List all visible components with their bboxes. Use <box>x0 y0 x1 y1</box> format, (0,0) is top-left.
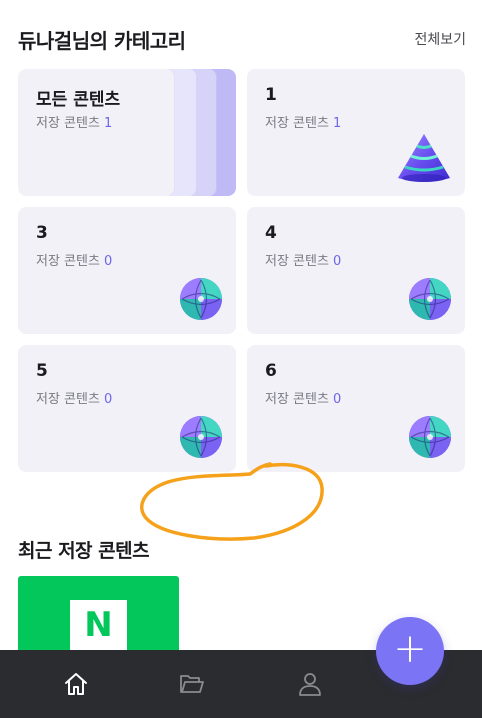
count-value: 1 <box>103 116 113 131</box>
category-count-row: 저장 콘텐츠 0 <box>265 250 341 269</box>
page-header: 듀나걸님의 카테고리 전체보기 <box>18 24 466 54</box>
count-value: 0 <box>103 392 113 407</box>
sphere-icon <box>409 416 451 458</box>
nav-folder[interactable] <box>152 650 232 718</box>
count-value: 0 <box>332 254 342 269</box>
naver-logo-icon: N <box>70 600 127 650</box>
category-name: 3 <box>36 223 48 243</box>
naver-letter: N <box>84 605 113 645</box>
add-button[interactable]: + <box>376 617 444 685</box>
category-count-row: 저장 콘텐츠 1 <box>36 112 112 131</box>
recent-section-title: 최근 저장 콘텐츠 <box>18 540 150 562</box>
category-name: 모든 콘텐츠 <box>36 90 121 110</box>
view-all-link[interactable]: 전체보기 <box>414 29 466 49</box>
count-value: 0 <box>332 392 342 407</box>
category-count-row: 저장 콘텐츠 1 <box>265 112 341 131</box>
category-card-4[interactable]: 4 저장 콘텐츠 0 <box>247 207 465 334</box>
category-name: 5 <box>36 361 48 381</box>
category-name: 4 <box>265 223 277 243</box>
category-card-3[interactable]: 3 저장 콘텐츠 0 <box>18 207 236 334</box>
category-name: 1 <box>265 85 277 105</box>
count-label: 저장 콘텐츠 <box>265 254 329 269</box>
page-title: 듀나걸님의 카테고리 <box>18 28 186 53</box>
folder-icon <box>180 675 204 693</box>
nav-home[interactable] <box>0 650 152 718</box>
category-card-6[interactable]: 6 저장 콘텐츠 0 <box>247 345 465 472</box>
category-count-row: 저장 콘텐츠 0 <box>36 388 112 407</box>
category-name: 6 <box>265 361 277 381</box>
count-label: 저장 콘텐츠 <box>265 116 329 131</box>
sphere-icon <box>180 278 222 320</box>
category-card-5[interactable]: 5 저장 콘텐츠 0 <box>18 345 236 472</box>
category-count-row: 저장 콘텐츠 0 <box>36 250 112 269</box>
count-label: 저장 콘텐츠 <box>36 392 100 407</box>
profile-icon <box>299 673 321 696</box>
count-value: 0 <box>103 254 113 269</box>
category-card-1[interactable]: 1 저장 콘텐츠 1 <box>247 69 465 196</box>
count-label: 저장 콘텐츠 <box>36 254 100 269</box>
count-label: 저장 콘텐츠 <box>36 116 100 131</box>
home-icon <box>65 673 87 695</box>
sphere-icon <box>180 416 222 458</box>
count-value: 1 <box>332 116 342 131</box>
nav-profile[interactable] <box>232 650 388 718</box>
highlight-annotation <box>140 462 324 541</box>
plus-icon: + <box>393 626 427 672</box>
category-count-row: 저장 콘텐츠 0 <box>265 388 341 407</box>
category-card-all[interactable]: 모든 콘텐츠 저장 콘텐츠 1 <box>18 69 236 196</box>
category-grid: 모든 콘텐츠 저장 콘텐츠 1 1 저장 콘텐츠 1 3 저장 콘텐츠 0 4 … <box>18 69 465 472</box>
count-label: 저장 콘텐츠 <box>265 392 329 407</box>
recent-content-thumbnail[interactable]: N <box>18 576 179 656</box>
cone-icon <box>398 134 450 182</box>
sphere-icon <box>409 278 451 320</box>
